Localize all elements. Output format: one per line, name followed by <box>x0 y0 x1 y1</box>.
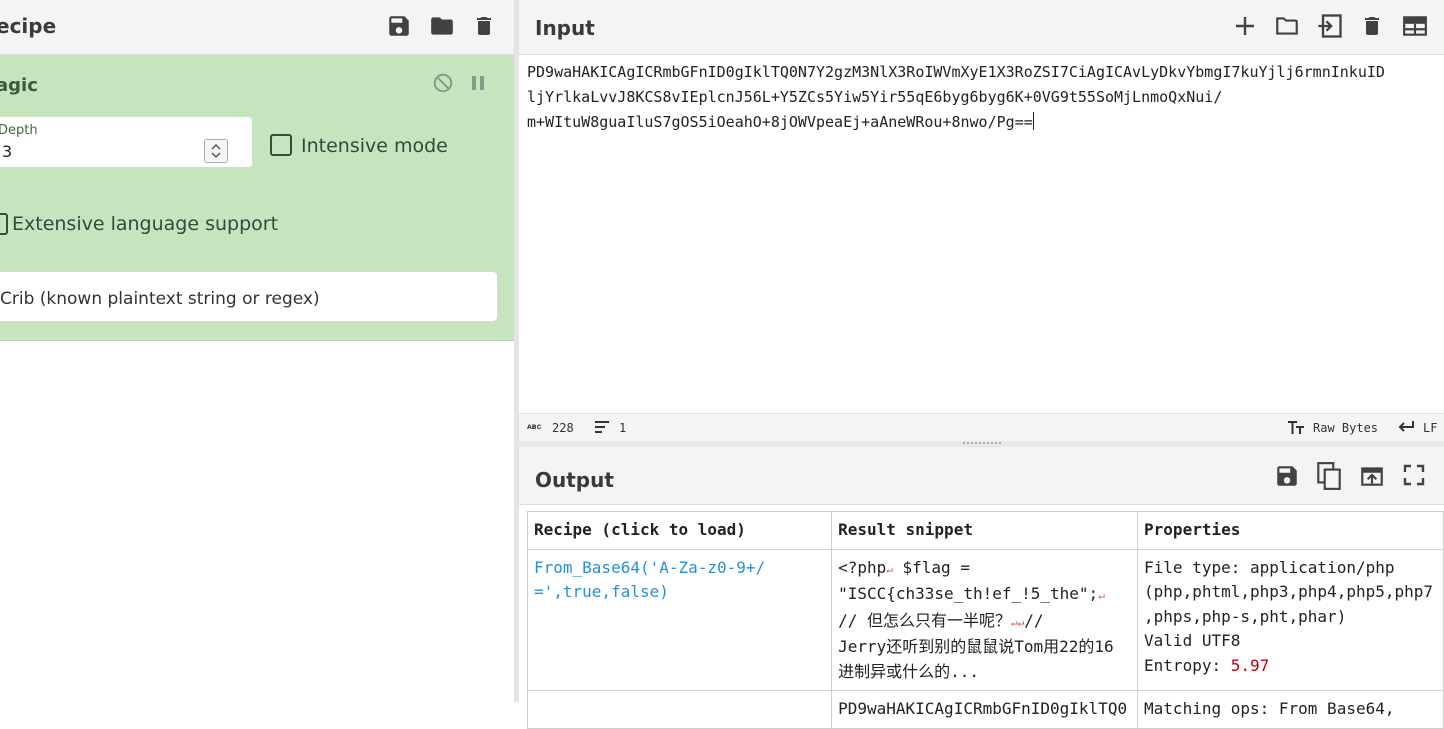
trash-icon[interactable] <box>472 12 496 40</box>
newline-marker-icon: ↵ <box>1017 615 1025 629</box>
snippet-line: Jerry还听到别的鼠鼠说Tom用22的16 <box>838 637 1114 656</box>
input-line: ljYrlkaLvvJ8KCS8vIEplcnJ56L+Y5ZCs5Yiw5Yi… <box>527 88 1223 106</box>
magic-results-table: Recipe (click to load) Result snippet Pr… <box>526 511 1444 729</box>
entropy-line: Entropy: 5.97 <box>1144 654 1437 679</box>
column-header-properties: Properties <box>1137 511 1444 550</box>
encoding-label[interactable]: Raw Bytes <box>1313 421 1378 435</box>
copy-icon[interactable] <box>1316 461 1342 491</box>
properties-line: (php,phtml,php3,php4,php5,php7 <box>1144 582 1434 601</box>
magic-operation: agic Depth 3 Intensive mode Extensive la… <box>0 55 514 341</box>
text-format-icon[interactable] <box>1287 420 1305 435</box>
abc-icon: ᴀʙᴄ <box>527 422 542 431</box>
input-textarea[interactable]: PD9waHAKICAgICRmbGFnID0gIklTQ0N7Y2gzM3Nl… <box>527 60 1442 135</box>
recipe-link-line[interactable]: =',true,false) <box>534 580 825 605</box>
table-row: PD9waHAKICAgICRmbGFnID0gIklTQ0 Matching … <box>526 690 1444 729</box>
column-header-result: Result snippet <box>831 511 1139 550</box>
extensive-language-label: Extensive language support <box>12 213 279 235</box>
input-header: Input <box>519 0 1444 55</box>
maximize-icon[interactable] <box>1403 464 1425 486</box>
table-row: From_Base64('A-Za-z0-9+/ =',true,false) … <box>526 548 1444 691</box>
depth-stepper[interactable] <box>204 139 228 163</box>
text-cursor <box>1032 112 1034 130</box>
recipe-cell[interactable]: From_Base64('A-Za-z0-9+/ =',true,false) <box>526 548 833 691</box>
recipe-title: ecipe <box>0 14 57 38</box>
lines-icon <box>594 420 610 434</box>
add-icon[interactable] <box>1233 14 1257 38</box>
result-snippet-cell: PD9waHAKICAgICRmbGFnID0gIklTQ0 <box>831 690 1139 729</box>
column-header-recipe: Recipe (click to load) <box>526 511 833 550</box>
recipe-cell[interactable] <box>526 690 833 729</box>
disable-icon[interactable] <box>432 72 454 94</box>
newline-marker-icon: ↵ <box>1011 615 1018 629</box>
result-snippet-cell: <?php↵ $flag = "ISCC{ch33se_th!ef_!5_the… <box>831 548 1139 691</box>
depth-label: Depth <box>0 123 38 138</box>
intensive-mode-label: Intensive mode <box>301 135 448 157</box>
save-icon[interactable] <box>386 13 412 39</box>
properties-cell: File type: application/php (php,phtml,ph… <box>1137 548 1444 691</box>
output-header: Output <box>519 447 1444 505</box>
pause-icon[interactable] <box>470 74 486 92</box>
input-line: PD9waHAKICAgICRmbGFnID0gIklTQ0N7Y2gzM3Nl… <box>527 63 1385 81</box>
output-title: Output <box>535 468 614 492</box>
snippet-line: <?php↵ $flag = <box>838 557 970 577</box>
splitter-grip-icon[interactable] <box>962 441 1002 445</box>
input-line-text: m+WItuW8guaIluS7gOS5iOeahO+8jOWVpeaEj+aA… <box>527 113 1033 131</box>
eol-label[interactable]: LF <box>1423 421 1437 435</box>
input-title: Input <box>535 16 595 40</box>
crib-placeholder: Crib (known plaintext string or regex) <box>0 289 320 309</box>
input-status-bar: ᴀʙᴄ 228 1 Raw Bytes LF <box>519 413 1444 442</box>
properties-line: Valid UTF8 <box>1144 631 1241 650</box>
snippet-line: "ISCC{ch33se_th!ef_!5_the";↵ <box>838 584 1105 603</box>
properties-line: ,phps,php-s,pht,phar) <box>1144 606 1347 626</box>
operation-title: agic <box>0 75 38 96</box>
save-icon[interactable] <box>1274 463 1300 489</box>
recipe-header: ecipe <box>0 0 514 55</box>
layout-icon[interactable] <box>1401 13 1429 39</box>
char-count: 228 <box>552 421 574 435</box>
trash-icon[interactable] <box>1360 12 1384 40</box>
recipe-pane: ecipe agic Depth 3 Intensive mode Extens… <box>0 0 514 702</box>
line-count: 1 <box>619 421 627 435</box>
recipe-link-line[interactable]: From_Base64('A-Za-z0-9+/ <box>534 556 825 581</box>
newline-marker-icon: ↵ <box>1098 589 1105 602</box>
entropy-label: Entropy: <box>1144 655 1231 675</box>
entropy-value: 5.97 <box>1230 655 1270 675</box>
newline-marker-icon: ↵ <box>886 562 893 576</box>
eol-icon[interactable] <box>1397 419 1415 434</box>
crib-input[interactable]: Crib (known plaintext string or regex) <box>0 272 497 321</box>
vertical-splitter[interactable] <box>514 0 519 702</box>
snippet-line: 进制异或什么的... <box>838 661 979 681</box>
depth-field[interactable]: Depth 3 <box>0 117 252 167</box>
replace-input-icon[interactable] <box>1358 463 1386 489</box>
snippet-line: // 但怎么只有一半呢？↵↵// <box>838 610 1044 630</box>
folder-icon[interactable] <box>428 13 456 39</box>
table-header-row: Recipe (click to load) Result snippet Pr… <box>526 511 1444 550</box>
snippet-line: PD9waHAKICAgICRmbGFnID0gIklTQ0 <box>838 699 1128 718</box>
import-icon[interactable] <box>1315 12 1345 40</box>
properties-cell: Matching ops: From Base64, <box>1137 690 1444 729</box>
depth-value[interactable]: 3 <box>2 142 12 161</box>
input-line: m+WItuW8guaIluS7gOS5iOeahO+8jOWVpeaEj+aA… <box>527 110 1442 135</box>
properties-line: Matching ops: From Base64, <box>1144 699 1395 718</box>
extensive-language-checkbox[interactable] <box>0 213 8 235</box>
properties-line: File type: application/php <box>1144 557 1395 577</box>
open-folder-icon[interactable] <box>1273 13 1301 39</box>
intensive-mode-checkbox[interactable] <box>270 134 292 156</box>
